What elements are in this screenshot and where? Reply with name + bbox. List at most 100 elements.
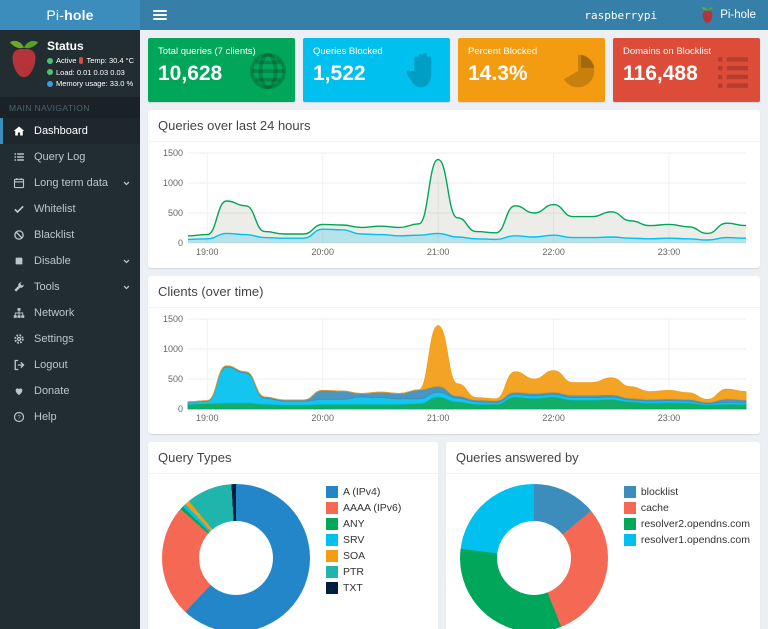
status-load-line: Load: 0.01 0.03 0.03 [47,68,134,77]
sidebar-nav: Dashboard Query Log Long term data Whitelis… [0,118,140,430]
sidebar-item-tools[interactable]: Tools [0,274,140,300]
load-label: Load: 0.01 0.03 0.03 [56,67,125,77]
sidebar-item-disable[interactable]: Disable [0,248,140,274]
svg-text:500: 500 [168,208,183,218]
legend-item-aaaa-ipv6[interactable]: AAAA (IPv6) [326,502,401,514]
load-status-dot [47,69,53,75]
answered-by-donut[interactable] [459,484,608,629]
svg-text:20:00: 20:00 [311,247,334,257]
wrench-icon [12,281,26,293]
queries-over-time-chart[interactable]: 0 500 1000 1500 19:00 20:00 21:00 22:00 23:00 [156,147,752,259]
answered-by-legend: blocklist cache resolver2.opendns.com resol… [623,486,750,550]
legend-item-resolver1-opendns-com[interactable]: resolver1.opendns.com [623,534,750,546]
sidebar-item-label: Dashboard [34,125,88,137]
svg-text:1000: 1000 [163,178,183,188]
answered-by-panel: Queries answered by blocklist cache resolv… [445,442,760,629]
legend-item-resolver2-opendns-com[interactable]: resolver2.opendns.com [623,518,750,530]
sidebar-item-label: Disable [34,255,71,267]
thermometer-icon [79,57,84,64]
sidebar-item-label: Logout [34,359,68,371]
legend-item-cache[interactable]: cache [623,502,750,514]
legend-label: TXT [343,582,363,594]
legend-item-ptr[interactable]: PTR [326,566,401,578]
legend-swatch [326,582,338,594]
status-memory-line: Memory usage: 33.0 % [47,79,134,88]
sign-out-icon [12,359,26,371]
svg-text:20:00: 20:00 [311,413,334,423]
svg-text:1000: 1000 [163,344,183,354]
sidebar-item-long-term-data[interactable]: Long term data [0,170,140,196]
svg-text:19:00: 19:00 [196,247,219,257]
chevron-down-icon [121,282,132,293]
gears-icon [12,333,26,345]
legend-swatch [623,534,636,546]
legend-swatch [326,518,338,530]
svg-text:500: 500 [168,374,183,384]
svg-text:0: 0 [178,238,183,248]
legend-label: SOA [343,550,366,562]
legend-item-blocklist[interactable]: blocklist [623,486,750,498]
app-logo[interactable]: Pi-hole [0,0,140,30]
legend-swatch [326,534,338,546]
logo-text-bold: hole [64,7,94,23]
list-icon [713,51,753,91]
queries-over-time-panel: Queries over last 24 hours 0 500 1000 1500 1… [148,110,760,268]
hostname-label: raspberrypi [584,8,658,22]
sidebar-item-help[interactable]: ? Help [0,404,140,430]
sidebar-item-settings[interactable]: Settings [0,326,140,352]
nav-heading: MAIN NAVIGATION [0,97,140,118]
account-menu[interactable]: Pi-hole [700,6,756,24]
legend-swatch [326,566,338,578]
memory-label: Memory usage: 33.0 % [56,79,134,88]
summary-cards: Total queries (7 clients) 10,628 Queries… [148,38,760,102]
legend-item-soa[interactable]: SOA [326,550,401,562]
sidebar-item-query-log[interactable]: Query Log [0,144,140,170]
memory-status-dot [47,80,53,87]
svg-text:21:00: 21:00 [427,413,450,423]
sidebar-item-whitelist[interactable]: Whitelist [0,196,140,222]
logo-text: Pi- [46,7,65,23]
svg-text:0: 0 [178,404,183,414]
sitemap-icon [12,307,26,319]
active-label: Active [56,56,77,65]
sidebar-item-label: Help [34,411,57,423]
panel-title: Clients (over time) [148,276,760,308]
home-icon [12,125,26,137]
top-bar: Pi-hole raspberrypi Pi-hole [0,0,768,30]
sidebar-item-blacklist[interactable]: Blacklist [0,222,140,248]
query-types-donut[interactable] [162,484,310,629]
sidebar-item-label: Long term data [34,177,108,189]
query-types-legend: A (IPv4) AAAA (IPv6) ANY SRV SOA PTR TXT [326,486,401,598]
main-content: Total queries (7 clients) 10,628 Queries… [140,30,768,629]
svg-text:21:00: 21:00 [427,247,450,257]
sidebar: Status Active Temp: 30.4 °C Load: 0.01 0… [0,30,140,629]
legend-swatch [326,550,338,562]
hamburger-icon [153,10,167,12]
legend-label: resolver2.opendns.com [640,518,750,530]
chevron-down-icon [121,178,132,189]
sidebar-item-donate[interactable]: Donate [0,378,140,404]
pihole-raspberry-icon [701,7,714,23]
legend-item-a-ipv4[interactable]: A (IPv4) [326,486,401,498]
legend-label: A (IPv4) [343,486,381,498]
svg-text:1500: 1500 [163,314,183,324]
sidebar-item-label: Whitelist [34,203,76,215]
sidebar-item-network[interactable]: Network [0,300,140,326]
sidebar-item-label: Network [34,307,75,319]
sidebar-toggle-button[interactable] [140,0,180,30]
legend-label: AAAA (IPv6) [343,502,402,514]
svg-text:1500: 1500 [163,148,183,158]
heart-icon [12,385,26,397]
legend-item-txt[interactable]: TXT [326,582,401,594]
legend-label: ANY [343,518,365,530]
clients-over-time-chart[interactable]: 0 500 1000 1500 19:00 20:00 21:00 22:00 23:00 [156,313,752,425]
legend-item-srv[interactable]: SRV [326,534,401,546]
sidebar-item-logout[interactable]: Logout [0,352,140,378]
legend-swatch [623,502,636,514]
svg-text:22:00: 22:00 [542,413,565,423]
sidebar-item-label: Blacklist [34,229,75,241]
query-types-panel: Query Types A (IPv4) AAAA (IPv6) ANY SRV SOA… [148,442,438,629]
total-queries-card: Total queries (7 clients) 10,628 [148,38,295,102]
legend-item-any[interactable]: ANY [326,518,401,530]
sidebar-item-dashboard[interactable]: Dashboard [0,118,140,144]
